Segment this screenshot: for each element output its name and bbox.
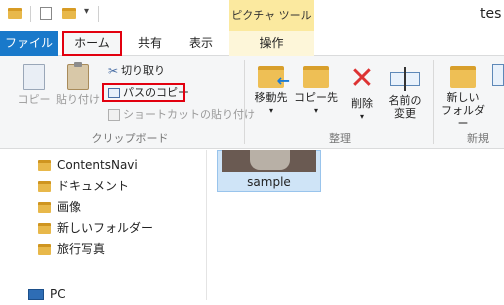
cut-label: 切り取り: [121, 64, 166, 77]
folder-icon: [8, 8, 22, 19]
copy-to-button[interactable]: コピー先 ▾: [293, 62, 339, 117]
rename-label-line2: 変更: [394, 107, 416, 120]
quick-access-separator: [98, 6, 99, 22]
move-to-label: 移動先: [254, 91, 288, 104]
ribbon: コピー 貼り付け ✂ 切り取り パスのコピー ショートカットの貼り付け クリップボ…: [0, 56, 504, 149]
window-title: tes: [480, 6, 502, 22]
tab-manage[interactable]: 操作: [229, 31, 314, 56]
customize-toolbar-icon[interactable]: ▾: [84, 6, 89, 17]
move-to-button[interactable]: ← 移動先 ▾: [250, 62, 292, 117]
navigation-pane: ContentsNavi ドキュメント 画像 新しいフォルダー 旅行写真 PC: [0, 150, 207, 301]
tab-view[interactable]: 表示: [177, 31, 225, 56]
folder-icon: [38, 223, 51, 234]
group-separator: [433, 60, 434, 144]
nav-item-label: ドキュメント: [57, 179, 130, 193]
nav-item-pictures[interactable]: 画像: [38, 197, 81, 218]
nav-item-label: 旅行写真: [57, 242, 106, 256]
rename-button[interactable]: 名前の 変更: [382, 62, 428, 120]
nav-item-label: PC: [50, 287, 66, 301]
shortcut-icon: [108, 109, 120, 121]
new-folder-label-line1: 新しい: [446, 91, 480, 104]
copy-label: コピー: [17, 93, 51, 106]
copy-path-highlight: [102, 83, 185, 102]
new-folder-label-line2: フォルダー: [441, 104, 485, 130]
tab-home[interactable]: ホーム: [62, 31, 122, 56]
move-folder-icon: ←: [258, 66, 290, 89]
folder-icon: [38, 160, 51, 171]
dropdown-arrow-icon: ▾: [359, 112, 364, 121]
copy-icon: [23, 64, 45, 90]
tab-file[interactable]: ファイル: [0, 31, 58, 56]
cut-button[interactable]: ✂ 切り取り: [108, 62, 165, 80]
copy-button[interactable]: コピー: [14, 64, 54, 106]
paste-shortcut-label: ショートカットの貼り付け: [123, 108, 255, 121]
scissors-icon: ✂: [108, 64, 119, 78]
clipboard-icon: [67, 62, 89, 90]
new-group-label: 新規: [467, 132, 489, 145]
folder-icon: [38, 202, 51, 213]
paste-label: 貼り付け: [56, 93, 100, 106]
nav-item-documents[interactable]: ドキュメント: [38, 176, 129, 197]
dropdown-arrow-icon: ▾: [313, 106, 318, 115]
nav-item-label: ContentsNavi: [57, 158, 138, 172]
computer-icon: [28, 289, 44, 300]
nav-item-travel-photos[interactable]: 旅行写真: [38, 239, 105, 260]
ribbon-tab-row: ファイル ホーム 共有 表示 操作: [0, 31, 504, 56]
folder-icon: [38, 181, 51, 192]
copy-to-label: コピー先: [294, 91, 338, 104]
clipboard-group-label: クリップボード: [91, 132, 169, 145]
picture-tools-header: ピクチャ ツール: [229, 0, 314, 31]
paste-shortcut-button[interactable]: ショートカットの貼り付け: [108, 106, 255, 124]
delete-x-icon: ✕: [349, 61, 375, 96]
dropdown-arrow-icon: ▾: [268, 106, 273, 115]
copy-folder-icon: [303, 66, 329, 88]
nav-item-label: 画像: [57, 200, 82, 214]
nav-item-contentsnavi[interactable]: ContentsNavi: [38, 155, 138, 176]
delete-label: 削除: [351, 97, 373, 110]
organize-group-label: 整理: [329, 132, 351, 145]
new-folder-quick-icon[interactable]: [62, 8, 76, 19]
delete-button[interactable]: ✕ 削除 ▾: [344, 64, 380, 123]
nav-item-new-folder[interactable]: 新しいフォルダー: [38, 218, 153, 239]
thumbnail-detail: [250, 150, 290, 170]
quick-access-separator: [30, 6, 31, 22]
new-item-icon[interactable]: [492, 64, 504, 86]
folder-icon: [38, 244, 51, 255]
rename-icon: [390, 67, 420, 91]
paste-button[interactable]: 貼り付け: [56, 62, 100, 106]
group-separator: [244, 60, 245, 144]
tab-share[interactable]: 共有: [127, 31, 173, 56]
new-folder-icon: [450, 66, 476, 88]
file-name-label: sample: [247, 175, 291, 189]
nav-item-label: 新しいフォルダー: [57, 221, 154, 235]
rename-label-line1: 名前の: [388, 94, 422, 107]
nav-item-pc[interactable]: PC: [28, 284, 66, 305]
properties-icon[interactable]: [40, 7, 52, 20]
new-folder-button[interactable]: 新しい フォルダー: [436, 62, 490, 130]
